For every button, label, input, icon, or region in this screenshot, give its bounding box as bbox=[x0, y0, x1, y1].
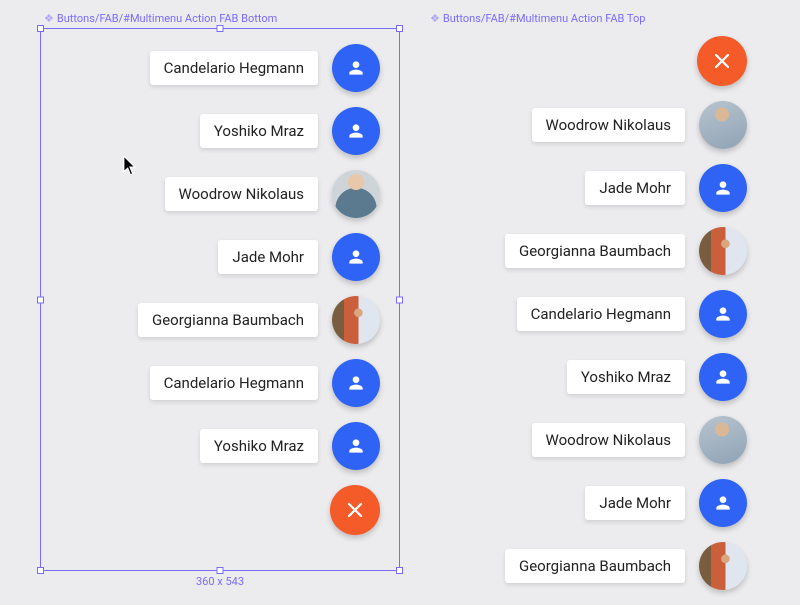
fab-avatar-button[interactable] bbox=[699, 416, 747, 464]
artboard-label-right-text: Buttons/FAB/#Multimenu Action FAB Top bbox=[443, 12, 646, 25]
person-icon bbox=[346, 373, 366, 393]
artboard-label-left[interactable]: ❖Buttons/FAB/#Multimenu Action FAB Botto… bbox=[44, 12, 277, 25]
fab-item-label: Georgianna Baumbach bbox=[505, 549, 685, 583]
artboard-label-right[interactable]: ❖Buttons/FAB/#Multimenu Action FAB Top bbox=[430, 12, 645, 25]
fab-menu-item: Yoshiko Mraz bbox=[200, 422, 380, 470]
person-icon bbox=[346, 58, 366, 78]
fab-item-label-text: Candelario Hegmann bbox=[164, 59, 304, 77]
fab-menu-item: Candelario Hegmann bbox=[150, 44, 380, 92]
fab-action-button[interactable] bbox=[699, 353, 747, 401]
fab-menu-top: Woodrow Nikolaus Jade Mohr Georgianna Baum… bbox=[505, 36, 747, 605]
resize-handle[interactable] bbox=[396, 25, 403, 32]
fab-avatar-button[interactable] bbox=[332, 296, 380, 344]
fab-avatar-button[interactable] bbox=[699, 101, 747, 149]
person-icon bbox=[713, 367, 733, 387]
fab-item-label-text: Yoshiko Mraz bbox=[214, 437, 304, 455]
fab-menu-bottom: Candelario Hegmann Yoshiko Mraz Woodrow Ni… bbox=[40, 44, 380, 550]
fab-action-button[interactable] bbox=[332, 44, 380, 92]
fab-menu-item: Georgianna Baumbach bbox=[138, 296, 380, 344]
person-icon bbox=[346, 121, 366, 141]
component-icon: ❖ bbox=[430, 12, 440, 25]
resize-handle[interactable] bbox=[37, 25, 44, 32]
fab-close-button[interactable] bbox=[330, 485, 380, 535]
avatar-image bbox=[332, 296, 380, 344]
fab-action-button[interactable] bbox=[699, 290, 747, 338]
fab-action-button[interactable] bbox=[332, 107, 380, 155]
fab-menu-item: Jade Mohr bbox=[585, 164, 747, 212]
fab-item-label: Georgianna Baumbach bbox=[505, 234, 685, 268]
avatar-image bbox=[699, 227, 747, 275]
fab-item-label: Candelario Hegmann bbox=[150, 366, 318, 400]
fab-avatar-button[interactable] bbox=[332, 170, 380, 218]
fab-item-label-text: Jade Mohr bbox=[599, 494, 671, 512]
fab-item-label: Woodrow Nikolaus bbox=[532, 423, 685, 457]
fab-item-label: Candelario Hegmann bbox=[517, 297, 685, 331]
person-icon bbox=[713, 493, 733, 513]
person-icon bbox=[346, 247, 366, 267]
close-icon bbox=[713, 52, 731, 70]
fab-item-label: Woodrow Nikolaus bbox=[532, 108, 685, 142]
avatar-image bbox=[699, 416, 747, 464]
resize-handle[interactable] bbox=[396, 567, 403, 574]
fab-menu-item: Georgianna Baumbach bbox=[505, 227, 747, 275]
fab-item-label-text: Jade Mohr bbox=[232, 248, 304, 266]
fab-avatar-button[interactable] bbox=[699, 227, 747, 275]
fab-item-label: Yoshiko Mraz bbox=[567, 360, 685, 394]
fab-action-button[interactable] bbox=[332, 422, 380, 470]
fab-avatar-button[interactable] bbox=[699, 542, 747, 590]
resize-handle[interactable] bbox=[217, 25, 224, 32]
fab-item-label-text: Yoshiko Mraz bbox=[214, 122, 304, 140]
fab-item-label-text: Jade Mohr bbox=[599, 179, 671, 197]
fab-menu-item: Candelario Hegmann bbox=[517, 290, 747, 338]
fab-item-label-text: Candelario Hegmann bbox=[531, 305, 671, 323]
fab-item-label-text: Georgianna Baumbach bbox=[519, 242, 671, 260]
fab-menu-item: Jade Mohr bbox=[585, 479, 747, 527]
fab-item-label: Woodrow Nikolaus bbox=[165, 177, 318, 211]
fab-item-label: Jade Mohr bbox=[585, 171, 685, 205]
resize-handle[interactable] bbox=[396, 296, 403, 303]
fab-close-button[interactable] bbox=[697, 36, 747, 86]
resize-handle[interactable] bbox=[37, 567, 44, 574]
avatar-image bbox=[699, 101, 747, 149]
fab-item-label-text: Candelario Hegmann bbox=[164, 374, 304, 392]
fab-item-label: Jade Mohr bbox=[218, 240, 318, 274]
fab-item-label-text: Yoshiko Mraz bbox=[581, 368, 671, 386]
fab-item-label-text: Georgianna Baumbach bbox=[519, 557, 671, 575]
fab-item-label-text: Georgianna Baumbach bbox=[152, 311, 304, 329]
resize-handle[interactable] bbox=[217, 567, 224, 574]
fab-item-label: Jade Mohr bbox=[585, 486, 685, 520]
fab-menu-item: Woodrow Nikolaus bbox=[532, 416, 747, 464]
artboard-label-left-text: Buttons/FAB/#Multimenu Action FAB Bottom bbox=[57, 12, 277, 25]
fab-action-button[interactable] bbox=[332, 233, 380, 281]
fab-item-label: Yoshiko Mraz bbox=[200, 114, 318, 148]
avatar-image bbox=[332, 170, 380, 218]
fab-item-label: Georgianna Baumbach bbox=[138, 303, 318, 337]
close-icon bbox=[346, 501, 364, 519]
component-icon: ❖ bbox=[44, 12, 54, 25]
fab-menu-item: Yoshiko Mraz bbox=[567, 353, 747, 401]
fab-close-row bbox=[697, 36, 747, 86]
fab-action-button[interactable] bbox=[332, 359, 380, 407]
fab-action-button[interactable] bbox=[699, 479, 747, 527]
person-icon bbox=[713, 178, 733, 198]
fab-item-label-text: Woodrow Nikolaus bbox=[546, 116, 671, 134]
fab-action-button[interactable] bbox=[699, 164, 747, 212]
fab-close-row bbox=[330, 485, 380, 535]
person-icon bbox=[713, 304, 733, 324]
fab-menu-item: Woodrow Nikolaus bbox=[165, 170, 380, 218]
fab-item-label: Yoshiko Mraz bbox=[200, 429, 318, 463]
fab-menu-item: Georgianna Baumbach bbox=[505, 542, 747, 590]
fab-item-label-text: Woodrow Nikolaus bbox=[546, 431, 671, 449]
selection-dimensions: 360 x 543 bbox=[196, 575, 244, 588]
fab-menu-item: Yoshiko Mraz bbox=[200, 107, 380, 155]
fab-item-label-text: Woodrow Nikolaus bbox=[179, 185, 304, 203]
fab-menu-item: Woodrow Nikolaus bbox=[532, 101, 747, 149]
fab-item-label: Candelario Hegmann bbox=[150, 51, 318, 85]
avatar-image bbox=[699, 542, 747, 590]
fab-menu-item: Jade Mohr bbox=[218, 233, 380, 281]
person-icon bbox=[346, 436, 366, 456]
fab-menu-item: Candelario Hegmann bbox=[150, 359, 380, 407]
